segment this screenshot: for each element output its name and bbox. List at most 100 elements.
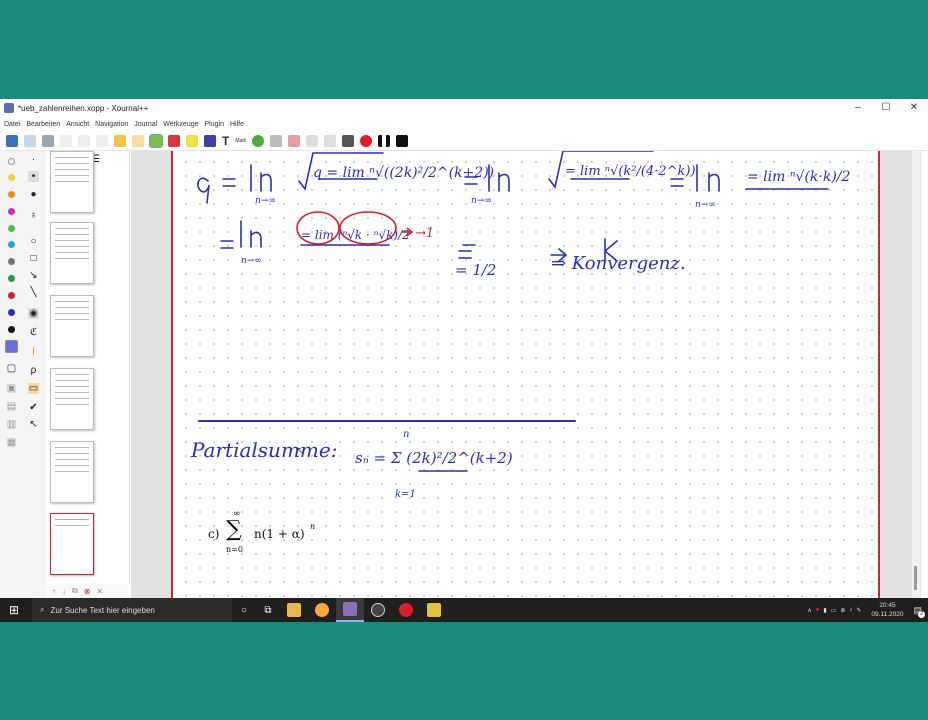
circle-icon[interactable]: ○ — [28, 236, 39, 247]
system-clock[interactable]: 20:45 09.11.2020 — [871, 601, 903, 619]
color-yellow[interactable] — [8, 174, 15, 181]
check-icon[interactable]: ✔ — [28, 402, 39, 413]
delete-page-icon[interactable] — [288, 134, 301, 147]
color-custom[interactable] — [5, 340, 18, 353]
page-thumbnail-3[interactable] — [50, 295, 94, 357]
tray-app-icon[interactable]: ● — [816, 607, 820, 613]
menu-plugin[interactable]: Plugin — [205, 121, 224, 128]
color-cyan[interactable] — [8, 241, 15, 248]
color-green[interactable] — [8, 225, 15, 232]
menu-journal[interactable]: Journal — [134, 121, 157, 128]
rectangle-icon[interactable]: □ — [28, 253, 39, 264]
scrollbar-thumb[interactable] — [914, 566, 917, 590]
notifications-icon[interactable]: ▤ 2 — [913, 605, 925, 618]
menu-ansicht[interactable]: Ansicht — [66, 121, 89, 128]
new-document-icon[interactable] — [6, 134, 18, 147]
maximize-button[interactable]: ☐ — [872, 99, 900, 117]
taskbar-search-box[interactable]: ⌕ Zur Suche Text hier eingeben — [32, 598, 232, 622]
task-view-icon[interactable]: ⧉ — [256, 605, 280, 616]
insert-page-icon[interactable] — [270, 134, 283, 147]
lasso-icon[interactable]: ρ — [28, 365, 39, 376]
menu-hilfe[interactable]: Hilfe — [230, 121, 244, 128]
tray-globe-icon[interactable]: ⊕ — [840, 607, 845, 614]
menu-bearbeiten[interactable]: Bearbeiten — [26, 121, 60, 128]
recorder-icon[interactable] — [399, 603, 413, 617]
menu-werkzeuge[interactable]: Werkzeuge — [163, 121, 198, 128]
copy-icon[interactable] — [78, 134, 90, 147]
stop-icon[interactable] — [396, 134, 409, 147]
eraser-icon[interactable] — [168, 134, 180, 147]
ink-lim-3 — [696, 164, 720, 192]
paste-icon[interactable] — [96, 134, 108, 147]
minimize-button[interactable]: – — [844, 99, 872, 117]
copy-page-icon[interactable]: ⧉ — [72, 586, 78, 596]
page-thumbnail-6[interactable] — [50, 513, 94, 575]
color-red[interactable] — [8, 292, 15, 299]
close-button[interactable]: ✕ — [900, 99, 928, 117]
undo-icon[interactable] — [114, 134, 126, 147]
point-large-icon[interactable]: ● — [28, 189, 39, 200]
windows-start-icon[interactable]: ⊞ — [0, 603, 28, 617]
color-black[interactable] — [8, 326, 15, 333]
tray-usb-icon[interactable]: ▮ — [823, 607, 826, 614]
move-up-icon[interactable]: ↑ — [52, 587, 56, 596]
dot-size-icon[interactable]: · — [28, 154, 39, 165]
fill-icon[interactable]: ♁ — [28, 210, 39, 221]
obs-icon[interactable] — [371, 603, 385, 617]
delete-page-sidebar-icon[interactable]: ⊗ — [84, 587, 91, 596]
setsquare-icon[interactable]: ▦ — [6, 437, 17, 448]
pen-tool-icon[interactable] — [149, 133, 163, 148]
page-thumbnail-2[interactable] — [50, 222, 94, 284]
color-gray[interactable] — [8, 258, 15, 265]
region-icon[interactable]: ▭ — [28, 383, 39, 394]
redo-icon[interactable] — [132, 134, 144, 147]
chrome-icon[interactable] — [315, 603, 329, 617]
menu-datei[interactable]: Datei — [4, 121, 20, 128]
menu-navigation[interactable]: Navigation — [95, 121, 128, 128]
move-down-icon[interactable]: ↓ — [62, 587, 66, 596]
vertical-scrollbar[interactable] — [912, 151, 920, 598]
app-yellow-icon[interactable] — [427, 603, 441, 617]
sum-body: n(1 + α) — [254, 527, 305, 541]
file-explorer-icon[interactable] — [287, 603, 301, 617]
cut-icon[interactable] — [60, 134, 72, 147]
play-object-icon[interactable]: ▣ — [6, 383, 17, 394]
arrow-icon[interactable]: ↘ — [28, 270, 39, 281]
record-icon[interactable] — [360, 134, 373, 147]
select-rect-icon[interactable]: ▢ — [6, 363, 17, 374]
highlighter-icon[interactable] — [186, 134, 198, 147]
color-blue[interactable] — [8, 309, 15, 316]
refresh-icon[interactable] — [252, 134, 265, 147]
cortana-icon[interactable]: ○ — [232, 605, 256, 616]
tray-network-icon[interactable]: ▭ — [831, 607, 837, 614]
tray-chevron-icon[interactable]: ∧ — [807, 607, 811, 614]
color-magenta[interactable] — [8, 208, 15, 215]
spline-icon[interactable]: ℭ — [28, 327, 39, 338]
nav-down-icon[interactable] — [324, 134, 337, 147]
open-file-icon[interactable] — [24, 134, 36, 147]
point-size-icon[interactable]: • — [28, 171, 39, 182]
nav-up-icon[interactable] — [306, 134, 319, 147]
xournal-taskbar-icon[interactable] — [343, 602, 357, 616]
page-thumbnail-1[interactable] — [50, 151, 94, 213]
image-icon[interactable]: ▤ — [6, 401, 17, 412]
save-icon[interactable] — [42, 134, 54, 147]
close-sidebar-icon[interactable]: ✕ — [96, 587, 103, 596]
hand-icon[interactable]: ▥ — [6, 419, 17, 430]
color-orange[interactable] — [8, 191, 15, 198]
text-tool-icon[interactable]: T — [222, 134, 229, 148]
ruler-icon[interactable]: ◉ — [28, 308, 39, 319]
pause-icon[interactable] — [378, 134, 391, 147]
image-tool-icon[interactable] — [204, 134, 216, 147]
color-dark-green[interactable] — [8, 275, 15, 282]
page-thumbnail-5[interactable] — [50, 441, 94, 503]
line-icon[interactable]: ╲ — [28, 287, 39, 298]
cursor-select-icon[interactable]: ↖ — [28, 419, 39, 430]
highlight-text-icon[interactable]: Ⅰ — [28, 347, 39, 358]
color-white[interactable] — [8, 158, 15, 165]
math-tool-icon[interactable]: Math — [235, 138, 246, 144]
page-thumbnail-4[interactable] — [50, 368, 94, 430]
fullscreen-icon[interactable] — [342, 134, 355, 147]
tray-pen-icon[interactable]: ✎ — [856, 607, 861, 614]
tray-volume-icon[interactable]: ♪ — [849, 607, 852, 613]
